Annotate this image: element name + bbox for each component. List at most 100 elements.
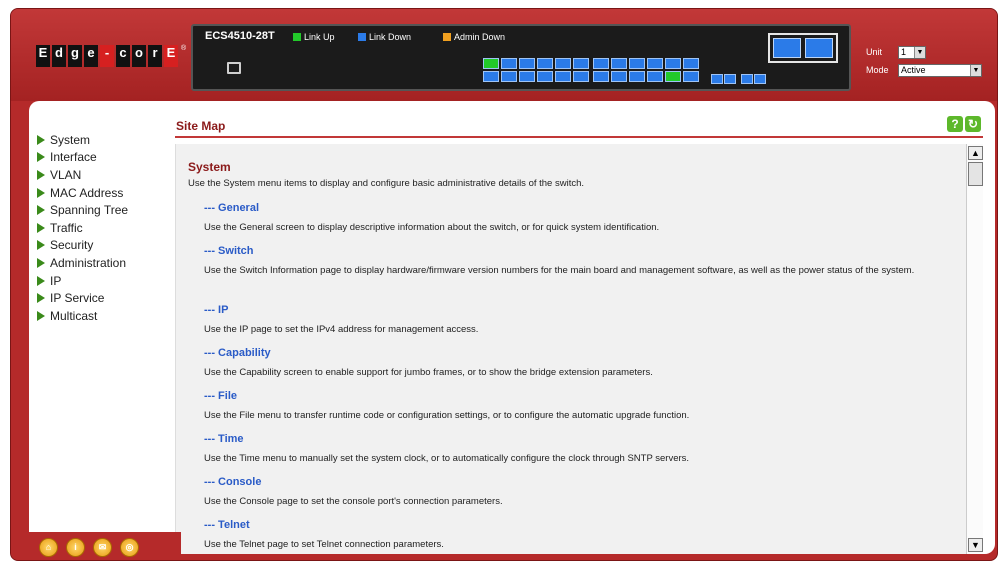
app-frame: Ed g e - c o r E ® ECS4510-28T Link Up Link Down… bbox=[10, 8, 998, 561]
scroll-thumb[interactable] bbox=[968, 162, 983, 186]
arrow-right-icon bbox=[37, 222, 45, 233]
port-14[interactable] bbox=[593, 71, 609, 82]
sidebar-item-vlan[interactable]: VLAN bbox=[37, 166, 167, 184]
port-21[interactable] bbox=[665, 58, 681, 69]
arrow-right-icon bbox=[37, 152, 45, 163]
list-item: --- File Use the File menu to transfer r… bbox=[204, 390, 964, 423]
item-description: Use the Console page to set the console … bbox=[204, 496, 503, 507]
port-24[interactable] bbox=[683, 71, 699, 82]
console-port-icon[interactable] bbox=[227, 62, 241, 74]
switch-front-panel: ECS4510-28T Link Up Link Down Admin Down bbox=[191, 24, 851, 91]
stack-port-2[interactable] bbox=[805, 38, 833, 58]
link-file[interactable]: --- File bbox=[204, 390, 964, 402]
port-1[interactable] bbox=[483, 58, 499, 69]
port-6[interactable] bbox=[519, 71, 535, 82]
title-divider bbox=[175, 136, 983, 138]
sfp-port-26[interactable] bbox=[724, 74, 736, 84]
port-20[interactable] bbox=[647, 71, 663, 82]
port-8[interactable] bbox=[537, 71, 553, 82]
help-button[interactable]: ? bbox=[947, 116, 963, 132]
sidebar-item-interface[interactable]: Interface bbox=[37, 149, 167, 167]
item-description: Use the Time menu to manually set the sy… bbox=[204, 453, 690, 464]
list-item: --- Capability Use the Capability screen… bbox=[204, 347, 964, 380]
home-icon[interactable]: ⌂ bbox=[39, 538, 58, 557]
legend-link-down: Link Down bbox=[358, 32, 411, 42]
refresh-button[interactable]: ↻ bbox=[965, 116, 981, 132]
port-9[interactable] bbox=[555, 58, 571, 69]
unit-label: Unit bbox=[866, 47, 883, 57]
arrow-right-icon bbox=[37, 169, 45, 180]
arrow-right-icon bbox=[37, 293, 45, 304]
port-17[interactable] bbox=[629, 58, 645, 69]
item-description: Use the Capability screen to enable supp… bbox=[204, 367, 653, 378]
mail-icon[interactable]: ✉ bbox=[93, 538, 112, 557]
unit-mode-panel: Unit 1 ▼ Mode Active ▼ bbox=[866, 43, 982, 79]
scroll-up-icon[interactable]: ▲ bbox=[968, 146, 983, 160]
list-item: --- Switch Use the Switch Information pa… bbox=[204, 245, 964, 278]
arrow-right-icon bbox=[37, 275, 45, 286]
mode-select[interactable]: Active ▼ bbox=[898, 63, 982, 77]
port-12[interactable] bbox=[573, 71, 589, 82]
sidebar-item-multicast[interactable]: Multicast bbox=[37, 307, 167, 325]
port-2[interactable] bbox=[483, 71, 499, 82]
link-capability[interactable]: --- Capability bbox=[204, 347, 964, 359]
globe-icon[interactable]: ◎ bbox=[120, 538, 139, 557]
port-5[interactable] bbox=[519, 58, 535, 69]
arrow-right-icon bbox=[37, 187, 45, 198]
arrow-right-icon bbox=[37, 240, 45, 251]
port-group-2 bbox=[593, 58, 700, 82]
arrow-right-icon bbox=[37, 257, 45, 268]
link-switch[interactable]: --- Switch bbox=[204, 245, 964, 257]
scroll-down-icon[interactable]: ▼ bbox=[968, 538, 983, 552]
sidebar-menu: System Interface VLAN MAC Address Spanni… bbox=[37, 131, 167, 325]
port-16[interactable] bbox=[611, 71, 627, 82]
port-15[interactable] bbox=[611, 58, 627, 69]
sitemap-content[interactable]: System Use the System menu items to disp… bbox=[175, 144, 983, 554]
link-time[interactable]: --- Time bbox=[204, 433, 964, 445]
port-23[interactable] bbox=[683, 58, 699, 69]
arrow-right-icon bbox=[37, 134, 45, 145]
link-ip[interactable]: --- IP bbox=[204, 304, 964, 316]
info-icon[interactable]: i bbox=[66, 538, 85, 557]
port-11[interactable] bbox=[573, 58, 589, 69]
link-console[interactable]: --- Console bbox=[204, 476, 964, 488]
port-18[interactable] bbox=[629, 71, 645, 82]
sfp-port-25[interactable] bbox=[711, 74, 723, 84]
legend-admin-down: Admin Down bbox=[443, 32, 505, 42]
link-general[interactable]: --- General bbox=[204, 202, 964, 214]
stacking-ports bbox=[768, 33, 838, 63]
chevron-down-icon: ▼ bbox=[914, 46, 925, 58]
scrollbar[interactable]: ▲ ▼ bbox=[966, 144, 983, 554]
port-13[interactable] bbox=[593, 58, 609, 69]
list-item: --- Time Use the Time menu to manually s… bbox=[204, 433, 964, 466]
link-telnet[interactable]: --- Telnet bbox=[204, 519, 964, 531]
arrow-right-icon bbox=[37, 205, 45, 216]
sidebar-item-ip-service[interactable]: IP Service bbox=[37, 289, 167, 307]
chevron-down-icon: ▼ bbox=[970, 64, 981, 76]
list-item: --- Telnet Use the Telnet page to set Te… bbox=[204, 519, 964, 552]
stack-port-1[interactable] bbox=[773, 38, 801, 58]
section-description: Use the System menu items to display and… bbox=[188, 178, 585, 189]
port-group-1 bbox=[483, 58, 590, 82]
sidebar-item-ip[interactable]: IP bbox=[37, 272, 167, 290]
port-3[interactable] bbox=[501, 58, 517, 69]
sidebar-item-spanning-tree[interactable]: Spanning Tree bbox=[37, 201, 167, 219]
port-7[interactable] bbox=[537, 58, 553, 69]
port-4[interactable] bbox=[501, 71, 517, 82]
legend-link-up: Link Up bbox=[293, 32, 335, 42]
sidebar-item-security[interactable]: Security bbox=[37, 237, 167, 255]
sidebar-item-traffic[interactable]: Traffic bbox=[37, 219, 167, 237]
item-description: Use the File menu to transfer runtime co… bbox=[204, 410, 690, 421]
port-19[interactable] bbox=[647, 58, 663, 69]
unit-select[interactable]: 1 ▼ bbox=[898, 45, 926, 59]
sfp-port-27[interactable] bbox=[741, 74, 753, 84]
sidebar-item-mac-address[interactable]: MAC Address bbox=[37, 184, 167, 202]
sidebar-item-administration[interactable]: Administration bbox=[37, 254, 167, 272]
device-model: ECS4510-28T bbox=[205, 30, 275, 42]
list-item: --- Console Use the Console page to set … bbox=[204, 476, 964, 509]
port-22[interactable] bbox=[665, 71, 681, 82]
sidebar-item-system[interactable]: System bbox=[37, 131, 167, 149]
sfp-port-28[interactable] bbox=[754, 74, 766, 84]
section-title[interactable]: System bbox=[188, 160, 231, 174]
port-10[interactable] bbox=[555, 71, 571, 82]
